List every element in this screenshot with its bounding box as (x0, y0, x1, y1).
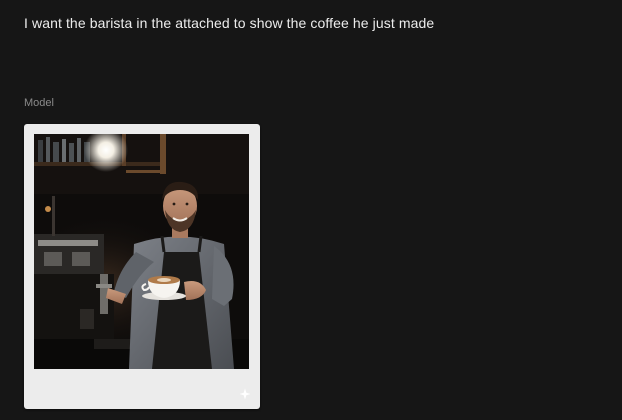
barista-photo[interactable] (34, 134, 249, 369)
barista-photo-art (34, 134, 249, 369)
model-section-label: Model (24, 97, 54, 109)
sparkle-icon (239, 388, 251, 400)
model-image-card[interactable] (24, 124, 260, 409)
chat-view: I want the barista in the attached to sh… (0, 0, 622, 420)
user-prompt-text: I want the barista in the attached to sh… (24, 15, 435, 31)
